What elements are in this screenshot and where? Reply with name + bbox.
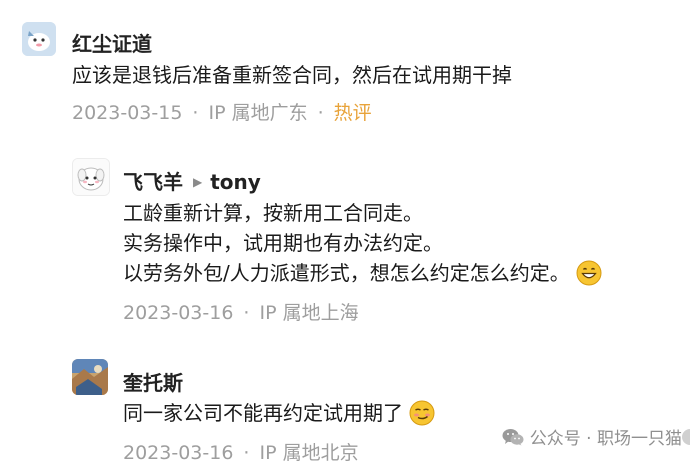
comment-text-line-span: 以劳务外包/人力派遣形式，想怎么约定怎么约定。 [123,261,570,285]
comment-text-line: 实务操作中，试用期也有办法约定。 [123,231,443,255]
comment-location: IP 属地上海 [259,302,359,324]
comment-meta: 2023-03-16 · IP 属地上海 [123,298,359,325]
wechat-icon [502,428,524,446]
watermark-text: 公众号 · 职场一只猫 [529,429,682,449]
comment-text-line: 工龄重新计算，按新用工合同走。 [123,201,423,225]
separator-dot: · [192,102,199,124]
avatar-photo-icon [72,359,108,395]
avatar[interactable] [72,158,110,196]
comment-date: 2023-03-15 [72,102,183,124]
avatar [682,429,690,445]
comment-date: 2023-03-16 [123,302,234,324]
comment-meta: 2023-03-15 · IP 属地广东 · 热评 [72,98,372,125]
avatar-sheep-icon [73,159,109,195]
comment-date: 2023-03-16 [123,442,234,464]
watermark: 公众号 · 职场一只猫 [502,424,682,449]
reply-author-name[interactable]: 飞飞羊 [123,170,183,194]
comment-text: 同一家公司不能再约定试用期了 [123,398,435,428]
comment-text: 工龄重新计算，按新用工合同走。 实务操作中，试用期也有办法约定。 以劳务外包/人… [123,198,602,288]
comment-text-line: 以劳务外包/人力派遣形式，想怎么约定怎么约定。 [123,258,602,288]
comment-author[interactable]: 飞飞羊 ▶ tony [123,166,261,195]
avatar-cartoon-icon [22,22,56,56]
comment-author[interactable]: 红尘证道 [72,28,152,57]
avatar[interactable] [72,359,108,395]
comment-meta: 2023-03-16 · IP 属地北京 [123,438,359,465]
hot-comment-badge: 热评 [333,102,372,124]
triangle-right-icon: ▶ [193,175,203,189]
comment-author[interactable]: 奎托斯 [123,367,183,396]
separator-dot: · [317,102,324,124]
avatar[interactable] [22,22,56,56]
comment-location: IP 属地广东 [208,102,308,124]
reply-target-name[interactable]: tony [210,170,261,194]
separator-dot: · [243,302,250,324]
comment-thread: 红尘证道 应该是退钱后准备重新签合同，然后在试用期干掉 2023-03-15 · I… [0,0,690,465]
comment-text-line: 同一家公司不能再约定试用期了 [123,401,403,425]
separator-dot: · [243,442,250,464]
smirking-face-icon [409,400,435,426]
comment-location: IP 属地北京 [259,442,359,464]
comment-text: 应该是退钱后准备重新签合同，然后在试用期干掉 [72,63,512,87]
grinning-face-icon [576,260,602,286]
